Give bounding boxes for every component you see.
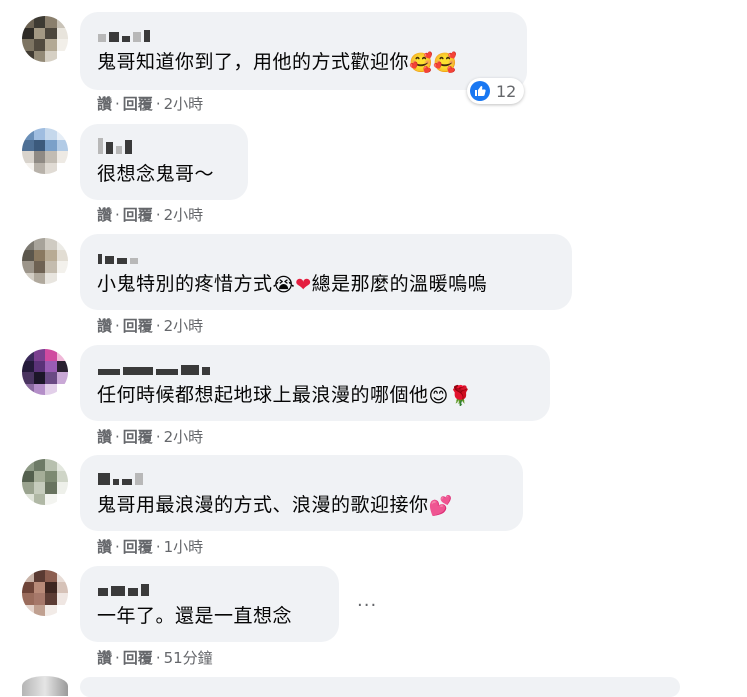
reply-button[interactable]: 回覆 (123, 428, 153, 446)
two-hearts-icon: 💕 (428, 494, 453, 517)
reaction-count: 12 (496, 81, 517, 101)
comment-actions: 讚 · 回覆 · 2小時 (97, 206, 204, 224)
like-button[interactable]: 讚 (97, 95, 112, 113)
commenter-name-redacted[interactable] (98, 467, 143, 485)
comment-text: 任何時候都想起地球上最浪漫的哪個他😊🌹 (97, 384, 473, 407)
next-comment-bubble-partial (80, 677, 680, 697)
like-button[interactable]: 讚 (97, 317, 112, 335)
smiling-face-with-hearts-icon: 🥰 (409, 51, 434, 74)
next-avatar-partial (22, 676, 68, 696)
commenter-name-redacted[interactable] (98, 136, 132, 154)
comment-timestamp[interactable]: 2小時 (164, 428, 204, 446)
reaction-summary[interactable]: 12 (467, 78, 525, 104)
smiling-face-with-hearts-icon: 🥰 (433, 51, 458, 74)
comment-actions: 讚 · 回覆 · 1小時 (97, 538, 204, 556)
reply-button[interactable]: 回覆 (123, 206, 153, 224)
avatar[interactable] (22, 16, 68, 62)
rose-icon: 🌹 (448, 384, 473, 407)
avatar[interactable] (22, 238, 68, 284)
red-heart-icon: ❤ (295, 273, 312, 296)
reply-button[interactable]: 回覆 (123, 538, 153, 556)
avatar[interactable] (22, 570, 68, 616)
comment-bubble: 鬼哥用最浪漫的方式、浪漫的歌迎接你💕 (80, 455, 523, 531)
avatar[interactable] (22, 128, 68, 174)
avatar[interactable] (22, 459, 68, 505)
comment-text: 小鬼特別的疼惜方式😭❤總是那麼的溫暖嗚嗚 (97, 273, 488, 296)
comment-text: 一年了。還是一直想念 (97, 605, 293, 627)
comment-actions: 讚 · 回覆 · 2小時 (97, 317, 204, 335)
like-button[interactable]: 讚 (97, 206, 112, 224)
comment-bubble: 小鬼特別的疼惜方式😭❤總是那麼的溫暖嗚嗚 (80, 234, 572, 310)
like-icon (470, 81, 490, 101)
commenter-name-redacted[interactable] (98, 357, 210, 375)
comment-actions: 讚 · 回覆 · 2小時 (97, 95, 204, 113)
comment-text: 很想念鬼哥～ (97, 163, 215, 185)
comment-actions: 讚 · 回覆 · 2小時 (97, 428, 204, 446)
comment-timestamp[interactable]: 2小時 (164, 206, 204, 224)
commenter-name-redacted[interactable] (98, 24, 150, 42)
avatar[interactable] (22, 349, 68, 395)
comment-bubble: 鬼哥知道你到了，用他的方式歡迎你🥰🥰 (80, 12, 527, 90)
smiling-face-icon: 😊 (428, 384, 449, 407)
comment-text: 鬼哥知道你到了，用他的方式歡迎你🥰🥰 (97, 51, 458, 74)
comment-bubble: 任何時候都想起地球上最浪漫的哪個他😊🌹 (80, 345, 550, 421)
comment-timestamp[interactable]: 1小時 (164, 538, 204, 556)
commenter-name-redacted[interactable] (98, 246, 138, 264)
like-button[interactable]: 讚 (97, 428, 112, 446)
comment-timestamp[interactable]: 2小時 (164, 317, 204, 335)
commenter-name-redacted[interactable] (98, 578, 149, 596)
reply-button[interactable]: 回覆 (123, 649, 153, 667)
reply-button[interactable]: 回覆 (123, 95, 153, 113)
reply-button[interactable]: 回覆 (123, 317, 153, 335)
comment-bubble: 一年了。還是一直想念 (80, 566, 339, 642)
comment-timestamp[interactable]: 51分鐘 (164, 649, 213, 667)
comment-text: 鬼哥用最浪漫的方式、浪漫的歌迎接你💕 (97, 494, 453, 517)
comment-actions: 讚 · 回覆 · 51分鐘 (97, 649, 213, 667)
comment-timestamp[interactable]: 2小時 (164, 95, 204, 113)
loudly-crying-face-icon: 😭 (272, 273, 296, 296)
more-options-button[interactable]: ··· (357, 595, 377, 616)
like-button[interactable]: 讚 (97, 538, 112, 556)
like-button[interactable]: 讚 (97, 649, 112, 667)
comment-bubble: 很想念鬼哥～ (80, 124, 248, 200)
